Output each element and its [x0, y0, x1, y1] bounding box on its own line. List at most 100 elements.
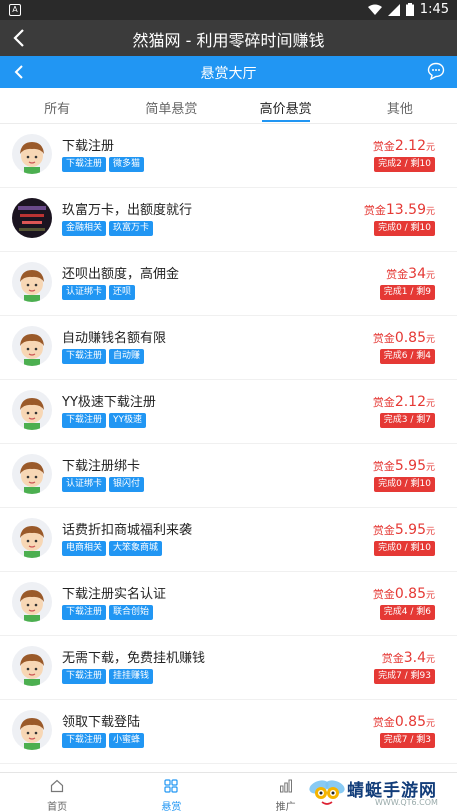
- task-row[interactable]: 还呗出额度，高佣金 认证绑卡 还呗 赏金34元完成1 / 剩9: [0, 252, 457, 316]
- task-row[interactable]: YY极速下载注册 下载注册 YY极速 赏金2.12元完成3 / 剩7: [0, 380, 457, 444]
- avatar: [12, 134, 52, 174]
- task-progress-badge: 完成7 / 剩93: [374, 669, 435, 684]
- reward-unit: 元: [425, 335, 435, 345]
- watermark-url: WWW.QT6.COM: [375, 798, 438, 807]
- task-progress-badge: 完成3 / 剩7: [379, 413, 435, 428]
- task-tags: 下载注册 微多猫: [62, 157, 145, 172]
- task-row[interactable]: 下载注册实名认证 下载注册 联合创始 赏金0.85元 完成4 / 剩6: [0, 572, 457, 636]
- task-title: 领取下载登陆: [62, 715, 141, 730]
- status-bar: A 1:45: [0, 0, 457, 20]
- avatar: [12, 262, 52, 302]
- task-row[interactable]: 下载注册 下载注册 微多猫 赏金2.12元 完成2 / 剩10: [0, 124, 457, 188]
- task-title: 还呗出额度，高佣金: [62, 267, 180, 282]
- battery-icon: [405, 3, 414, 16]
- app-bar: 然猫网 - 利用零碎时间赚钱: [0, 20, 457, 56]
- task-tag: 下载注册: [62, 413, 107, 428]
- task-row[interactable]: 下载注册绑卡 认证绑卡 银闪付 赏金5.95元 完成0 / 剩10: [0, 444, 457, 508]
- reward-label: 赏金: [381, 652, 404, 665]
- task-title: 无需下载，免费挂机赚钱: [62, 651, 206, 666]
- task-tag: YY极速: [109, 413, 147, 428]
- task-tag: 下载注册: [62, 733, 107, 748]
- reward-label: 赏金: [372, 588, 395, 601]
- reward-unit: 元: [425, 655, 435, 665]
- tab-simple[interactable]: 简单悬赏: [114, 88, 228, 123]
- nav-home[interactable]: 首页: [0, 773, 114, 812]
- task-progress-badge: 完成4 / 剩6: [379, 605, 435, 620]
- chart-icon: [279, 779, 292, 793]
- task-tags: 下载注册 挂挂赚钱: [62, 669, 154, 684]
- watermark: 蜻蜓手游网 WWW.QT6.COM: [305, 772, 455, 812]
- task-row[interactable]: 自动赚钱名额有限 下载注册 自动赚 赏金0.85元 完成6 / 剩4: [0, 316, 457, 380]
- task-progress-badge: 完成0 / 剩10: [374, 221, 435, 236]
- task-list: 下载注册 下载注册 微多猫 赏金2.12元 完成2 / 剩10 玖富万卡，出额度就行 金融相…: [0, 124, 457, 764]
- task-row[interactable]: 领取下载登陆 下载注册 小蜜蜂 赏金0.85元 完成7 / 剩3: [0, 700, 457, 764]
- nav-reward[interactable]: 悬赏: [114, 773, 228, 812]
- task-reward: 赏金0.85元: [373, 327, 435, 346]
- reward-label: 赏金: [372, 332, 395, 345]
- task-title: 话费折扣商城福利来袭: [62, 523, 193, 538]
- avatar: [12, 710, 52, 750]
- grid-icon: [164, 779, 178, 793]
- task-title: 下载注册实名认证: [62, 587, 167, 602]
- task-tag: 电商相关: [62, 541, 107, 556]
- reward-amount: 5.95: [394, 522, 426, 538]
- task-tag: 下载注册: [62, 669, 107, 684]
- reward-label: 赏金: [372, 140, 395, 153]
- reward-label: 赏金: [363, 204, 386, 217]
- task-tags: 金融相关 玖富万卡: [62, 221, 154, 236]
- reward-amount: 0.85: [394, 586, 426, 602]
- task-reward: 赏金2.12元: [373, 135, 435, 154]
- task-row[interactable]: 玖富万卡，出额度就行 金融相关 玖富万卡 赏金13.59元完成0 / 剩10: [0, 188, 457, 252]
- task-tag: 下载注册: [62, 605, 107, 620]
- task-reward: 赏金3.4元: [382, 647, 435, 666]
- reward-unit: 元: [425, 271, 435, 281]
- avatar: [12, 454, 52, 494]
- task-tags: 认证绑卡 还呗: [62, 285, 136, 300]
- nav-home-label: 首页: [47, 802, 68, 812]
- task-reward: 赏金5.95元: [373, 455, 435, 474]
- reward-amount: 2.12: [394, 394, 426, 410]
- page-title: 悬赏大厅: [200, 66, 257, 82]
- task-tag: 玖富万卡: [109, 221, 154, 236]
- tab-other[interactable]: 其他: [343, 88, 457, 123]
- task-row[interactable]: 话费折扣商城福利来袭 电商相关 大笨象商城 赏金5.95元 完成0 / 剩10: [0, 508, 457, 572]
- task-tag: 认证绑卡: [62, 285, 107, 300]
- reward-unit: 元: [425, 527, 435, 537]
- task-reward: 赏金34元: [386, 263, 435, 282]
- nav-reward-label: 悬赏: [161, 802, 182, 812]
- reward-amount: 34: [408, 266, 426, 282]
- task-tag: 微多猫: [109, 157, 145, 172]
- reward-label: 赏金: [372, 716, 395, 729]
- reward-label: 赏金: [372, 524, 395, 537]
- avatar: [12, 390, 52, 430]
- task-reward: 赏金0.85元: [373, 583, 435, 602]
- task-tag: 自动赚: [109, 349, 145, 364]
- avatar: [12, 518, 52, 558]
- task-progress-badge: 完成0 / 剩10: [374, 477, 435, 492]
- avatar: [12, 582, 52, 622]
- dragonfly-logo-icon: [309, 780, 345, 805]
- reward-amount: 3.4: [403, 650, 426, 666]
- task-title: 玖富万卡，出额度就行: [62, 203, 193, 218]
- task-reward: 赏金13.59元: [364, 199, 435, 218]
- home-icon: [51, 779, 64, 793]
- task-progress-badge: 完成1 / 剩9: [379, 285, 435, 300]
- task-tag: 下载注册: [62, 157, 107, 172]
- notification-icon: A: [9, 4, 21, 16]
- task-progress-badge: 完成7 / 剩3: [379, 733, 435, 748]
- task-row[interactable]: 无需下载，免费挂机赚钱 下载注册 挂挂赚钱 赏金3.4元完成7 / 剩93: [0, 636, 457, 700]
- task-reward: 赏金2.12元: [373, 391, 435, 410]
- tab-high-price[interactable]: 高价悬赏: [229, 88, 343, 123]
- reward-unit: 元: [425, 463, 435, 473]
- task-progress-badge: 完成6 / 剩4: [379, 349, 435, 364]
- task-tag: 下载注册: [62, 349, 107, 364]
- chat-icon[interactable]: [427, 62, 445, 80]
- task-title: YY极速下载注册: [62, 395, 156, 410]
- tab-all[interactable]: 所有: [0, 88, 114, 123]
- reward-label: 赏金: [372, 460, 395, 473]
- task-tags: 认证绑卡 银闪付: [62, 477, 145, 492]
- task-reward: 赏金5.95元: [373, 519, 435, 538]
- reward-amount: 13.59: [385, 202, 426, 218]
- reward-label: 赏金: [372, 396, 395, 409]
- reward-amount: 0.85: [394, 714, 426, 730]
